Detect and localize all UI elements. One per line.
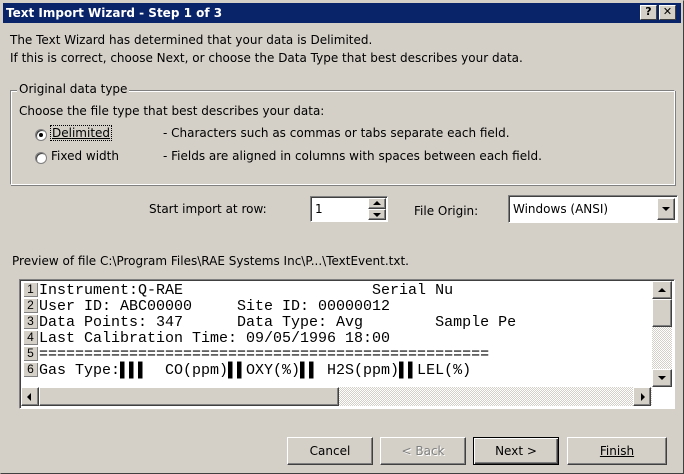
line-text: ========================================… [39, 346, 490, 363]
horizontal-scroll-thumb[interactable] [39, 387, 339, 406]
start-import-value: 1 [315, 202, 323, 216]
cancel-button[interactable]: Cancel [287, 437, 373, 465]
preview-row: 3 Data Points: 347 Data Type: Avg Sample … [24, 315, 516, 331]
file-type-prompt: Choose the file type that best describes… [19, 104, 325, 118]
preview-pane[interactable]: 1 Instrument:Q-RAE Serial Nu 2 User ID: AB… [19, 279, 675, 409]
scroll-up-button[interactable] [652, 281, 672, 299]
line-number: 6 [24, 363, 38, 377]
left-arrow-icon [27, 393, 31, 401]
back-button-label: < Back [401, 444, 445, 458]
line-text: Instrument:Q-RAE Serial Nu [39, 282, 454, 299]
spin-up-button[interactable] [368, 198, 386, 209]
chevron-down-icon [662, 207, 670, 211]
file-origin-dropdown-button[interactable] [657, 198, 675, 220]
text-import-wizard-dialog: Text Import Wizard - Step 1 of 3 ? ✕ The… [0, 0, 684, 474]
file-origin-select[interactable]: Windows (ANSI) [508, 195, 678, 223]
vertical-scrollbar[interactable] [652, 281, 672, 387]
back-button[interactable]: < Back [380, 437, 466, 465]
finish-button[interactable]: Finish [567, 437, 667, 465]
fixed-width-radio[interactable] [35, 152, 47, 164]
intro-line-2: If this is correct, choose Next, or choo… [10, 51, 523, 65]
start-import-label: Start import at row: [149, 202, 267, 216]
right-arrow-icon [641, 393, 645, 401]
preview-row: 4 Last Calibration Time: 09/05/1996 18:00 [24, 331, 390, 347]
horizontal-scrollbar[interactable] [21, 387, 652, 406]
line-number: 2 [24, 299, 38, 313]
preview-row: 2 User ID: ABC00000 Site ID: 00000012 [24, 299, 390, 315]
title-bar[interactable]: Text Import Wizard - Step 1 of 3 ? ✕ [3, 3, 681, 23]
vertical-scroll-thumb[interactable] [652, 299, 672, 327]
file-origin-value: Windows (ANSI) [513, 202, 609, 216]
delimited-label[interactable]: Delimited [49, 125, 113, 141]
delimited-radio[interactable] [35, 129, 47, 141]
spin-down-button[interactable] [368, 209, 386, 220]
cancel-button-label: Cancel [309, 444, 351, 458]
file-origin-label: File Origin: [414, 204, 479, 218]
delimited-description: - Characters such as commas or tabs sepa… [163, 126, 510, 140]
preview-row: 1 Instrument:Q-RAE Serial Nu [24, 283, 453, 299]
line-number: 5 [24, 347, 38, 361]
line-text: Gas Type:▌▌▌ CO(ppm)▌▌OXY(%)▌▌ H2S(ppm)▌… [39, 362, 472, 379]
window-title: Text Import Wizard - Step 1 of 3 [6, 6, 223, 20]
up-arrow-icon [373, 201, 381, 205]
next-button[interactable]: Next > [473, 437, 559, 465]
down-arrow-icon [658, 376, 666, 380]
finish-button-label: Finish [599, 444, 635, 458]
line-text: Last Calibration Time: 09/05/1996 18:00 [39, 330, 391, 347]
next-button-label: Next > [495, 444, 537, 458]
line-text: User ID: ABC00000 Site ID: 00000012 [39, 298, 391, 315]
line-text: Data Points: 347 Data Type: Avg Sample P… [39, 314, 517, 331]
up-arrow-icon [658, 288, 666, 292]
help-button[interactable]: ? [640, 5, 657, 20]
fixed-width-description: - Fields are aligned in columns with spa… [163, 149, 542, 163]
line-number: 1 [24, 283, 38, 297]
line-number: 3 [24, 315, 38, 329]
preview-row: 5 =======================================… [24, 347, 489, 363]
preview-row: 6 Gas Type:▌▌▌ CO(ppm)▌▌OXY(%)▌▌ H2S(ppm)… [24, 363, 471, 379]
scroll-right-button[interactable] [633, 387, 651, 406]
down-arrow-icon [373, 213, 381, 217]
scroll-left-button[interactable] [21, 387, 39, 406]
scroll-down-button[interactable] [652, 369, 672, 387]
close-button[interactable]: ✕ [659, 5, 676, 20]
original-data-type-label: Original data type [17, 82, 130, 96]
intro-line-1: The Text Wizard has determined that your… [10, 33, 373, 47]
line-number: 4 [24, 331, 38, 345]
preview-content: 1 Instrument:Q-RAE Serial Nu 2 User ID: AB… [20, 280, 651, 387]
start-import-row-spinner[interactable]: 1 [310, 196, 388, 222]
fixed-width-label[interactable]: Fixed width [51, 149, 119, 163]
preview-label: Preview of file C:\Program Files\RAE Sys… [12, 254, 409, 268]
delimited-option-text: Delimited [49, 125, 113, 141]
